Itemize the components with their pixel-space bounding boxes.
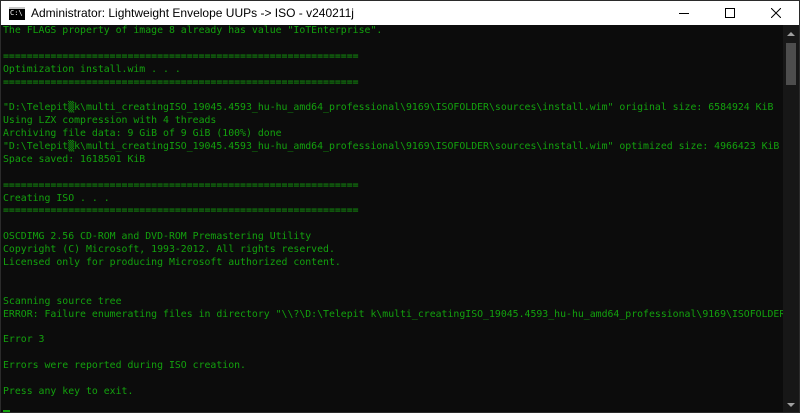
console-line: ========================================…	[3, 179, 359, 191]
console-line: Archiving file data: 9 GiB of 9 GiB (100…	[3, 128, 282, 140]
console-line: "D:\Telepit▒k\multi_creatingISO_19045.45…	[3, 141, 780, 153]
minimize-icon	[679, 13, 689, 14]
console-line: ========================================…	[3, 50, 359, 62]
console-line: Errors were reported during ISO creation…	[3, 360, 246, 372]
console-line: ========================================…	[3, 76, 359, 88]
scroll-thumb[interactable]	[786, 43, 796, 85]
caption-buttons	[661, 1, 799, 25]
maximize-button[interactable]	[707, 1, 753, 25]
console-line: Space saved: 1618501 KiB	[3, 153, 146, 165]
window-title: Administrator: Lightweight Envelope UUPs…	[31, 6, 354, 20]
close-button[interactable]	[753, 1, 799, 25]
console-line: The FLAGS property of image 8 already ha…	[3, 25, 383, 36]
scroll-up-button[interactable]	[783, 25, 799, 41]
minimize-button[interactable]	[661, 1, 707, 25]
console-line: Optimization install.wim . . .	[3, 63, 181, 75]
console-line: Copyright (C) Microsoft, 1993-2012. All …	[3, 244, 335, 256]
maximize-icon	[725, 8, 735, 18]
scroll-up-icon	[787, 31, 795, 36]
title-bar[interactable]: Administrator: Lightweight Envelope UUPs…	[1, 1, 799, 25]
console-cursor	[3, 409, 10, 412]
cmd-icon[interactable]	[9, 6, 25, 20]
scroll-down-button[interactable]	[783, 397, 799, 412]
scroll-down-icon	[787, 402, 795, 407]
console-window: Administrator: Lightweight Envelope UUPs…	[0, 0, 800, 413]
vertical-scrollbar[interactable]	[783, 25, 799, 412]
console-line: Error 3	[3, 334, 45, 346]
console-line: OSCDIMG 2.56 CD-ROM and DVD-ROM Premaste…	[3, 231, 312, 243]
console-output[interactable]: The FLAGS property of image 8 already ha…	[1, 25, 783, 412]
console-line: Using LZX compression with 4 threads	[3, 115, 217, 127]
console-line: ========================================…	[3, 205, 359, 217]
console-line: Licensed only for producing Microsoft au…	[3, 257, 341, 269]
console-line: Creating ISO . . .	[3, 192, 110, 204]
close-icon	[771, 8, 781, 18]
console-line: Scanning source tree	[3, 295, 122, 307]
console-line: Press any key to exit.	[3, 385, 134, 397]
console-line: "D:\Telepit▒k\multi_creatingISO_19045.45…	[3, 102, 774, 114]
console-line: ERROR: Failure enumerating files in dire…	[3, 308, 783, 320]
